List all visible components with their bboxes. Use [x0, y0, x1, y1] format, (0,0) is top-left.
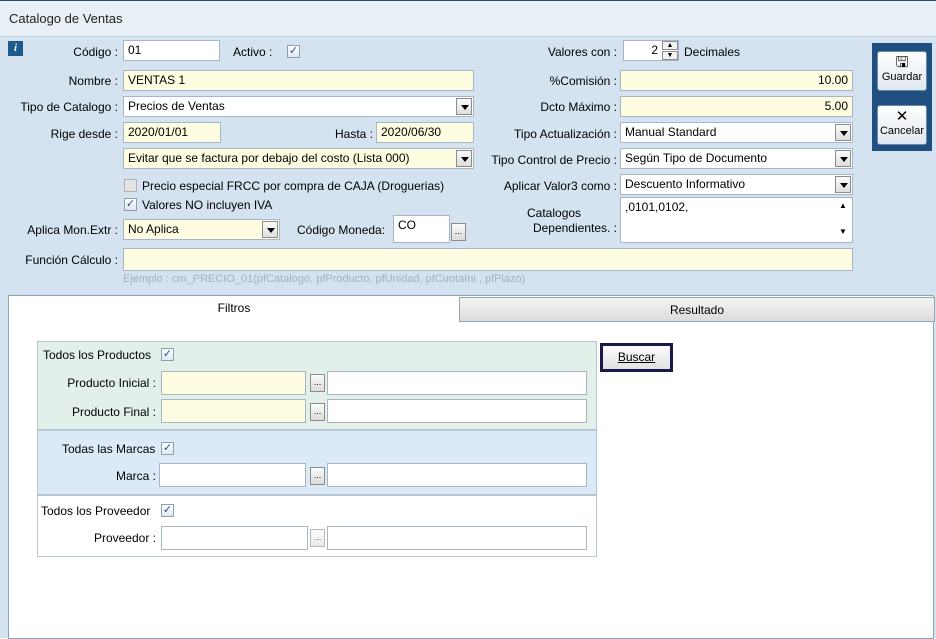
dcto-field[interactable]: 5.00 — [620, 96, 853, 117]
proveedor-lookup-button[interactable]: ... — [310, 529, 325, 547]
cancelar-button[interactable]: ✕ Cancelar — [877, 105, 927, 145]
valores-con-value: 2 — [651, 43, 658, 57]
funcion-hint: Ejemplo : cm_PRECIO_01(pfCatalogo, pfPro… — [123, 273, 526, 285]
dcto-label: Dcto Máximo : — [540, 100, 617, 114]
producto-final-field[interactable] — [161, 399, 306, 423]
activo-label: Activo : — [233, 45, 273, 59]
tipo-catalogo-value: Precios de Ventas — [128, 99, 225, 113]
tipo-act-label: Tipo Actualización : — [514, 127, 617, 141]
aplica-mon-label: Aplica Mon.Extr : — [27, 223, 118, 237]
marca-lookup-button[interactable]: ... — [310, 467, 325, 485]
tab-filtros[interactable]: Filtros — [9, 296, 459, 321]
proveedor-desc[interactable] — [327, 526, 587, 550]
save-icon: 🖫 — [895, 54, 909, 71]
title-bar: Catalogo de Ventas — [0, 1, 936, 37]
todos-proveedor-checkbox[interactable]: ✓ — [161, 504, 174, 517]
info-icon[interactable]: i — [8, 41, 23, 56]
tab-resultado[interactable]: Resultado — [459, 297, 935, 322]
cat-dep-label-line2: Dependientes. : — [532, 221, 617, 235]
proveedor-label: Proveedor : — [93, 531, 156, 545]
codigo-moneda-lookup-button[interactable]: ... — [451, 223, 466, 241]
producto-inicial-desc[interactable] — [327, 371, 587, 395]
aplicar-v3-select[interactable]: Descuento Informativo — [620, 174, 853, 195]
cancelar-label: Cancelar — [879, 125, 925, 137]
producto-final-lookup-button[interactable]: ... — [310, 403, 325, 421]
rige-desde-field[interactable]: 2020/01/01 — [123, 122, 221, 143]
cat-dep-textarea[interactable]: ,0101,0102, — [620, 197, 853, 243]
frcc-checkbox[interactable] — [124, 179, 137, 192]
cat-dep-label-line1: Catalogos — [527, 206, 582, 220]
codigo-label: Código : — [73, 45, 118, 59]
aplica-mon-select[interactable]: No Aplica — [123, 219, 280, 240]
todas-marcas-label: Todas las Marcas — [62, 442, 156, 456]
todos-productos-checkbox[interactable]: ✓ — [161, 348, 174, 361]
tipo-ctrl-value: Según Tipo de Documento — [625, 151, 768, 165]
info-icon-glyph: i — [13, 42, 18, 54]
marca-label: Marca : — [115, 469, 156, 483]
aplicar-v3-label: Aplicar Valor3 como : — [503, 179, 617, 193]
funcion-field[interactable] — [123, 248, 853, 271]
chevron-down-icon[interactable] — [835, 176, 851, 193]
hasta-field[interactable]: 2020/06/30 — [376, 122, 474, 143]
tipo-act-select[interactable]: Manual Standard — [620, 122, 853, 143]
cancel-icon: ✕ — [895, 108, 909, 125]
todos-proveedor-label: Todos los Proveedor — [41, 504, 151, 518]
rige-desde-label: Rige desde : — [50, 127, 118, 141]
todas-marcas-checkbox[interactable]: ✓ — [161, 442, 174, 455]
scroll-up-icon[interactable]: ▲ — [837, 201, 849, 213]
producto-final-desc[interactable] — [327, 399, 587, 423]
producto-inicial-field[interactable] — [161, 371, 306, 395]
chevron-down-icon[interactable] — [835, 124, 851, 141]
producto-final-label: Producto Final : — [71, 405, 156, 419]
producto-inicial-lookup-button[interactable]: ... — [310, 374, 325, 392]
iva-label: Valores NO incluyen IVA — [142, 198, 273, 212]
costo-select[interactable]: Evitar que se factura por debajo del cos… — [123, 148, 474, 169]
aplicar-v3-value: Descuento Informativo — [625, 177, 746, 191]
marca-field[interactable] — [159, 463, 306, 487]
guardar-button[interactable]: 🖫 Guardar — [877, 51, 927, 91]
scroll-down-icon[interactable]: ▼ — [837, 227, 849, 239]
codigo-moneda-field[interactable]: CO — [393, 215, 450, 243]
spinner-up-icon[interactable]: ▲ — [662, 41, 678, 50]
comision-label: %Comisión : — [549, 74, 617, 88]
nombre-field[interactable]: VENTAS 1 — [123, 70, 474, 91]
chevron-down-icon[interactable] — [835, 150, 851, 167]
tipo-ctrl-label: Tipo Control de Precio : — [491, 153, 617, 167]
costo-value: Evitar que se factura por debajo del cos… — [128, 151, 410, 165]
valores-con-label: Valores con : — [547, 45, 617, 59]
chevron-down-icon[interactable] — [456, 98, 472, 115]
buscar-button[interactable]: Buscar — [600, 343, 673, 372]
tipo-catalogo-select[interactable]: Precios de Ventas — [123, 96, 474, 117]
marca-desc[interactable] — [327, 463, 587, 487]
decimales-label: Decimales — [684, 45, 741, 59]
activo-checkbox[interactable]: ✓ — [287, 45, 300, 58]
spinner-down-icon[interactable]: ▼ — [662, 51, 678, 60]
nombre-label: Nombre : — [68, 74, 118, 88]
tipo-catalogo-label: Tipo de Catalogo : — [20, 100, 118, 114]
producto-inicial-label: Producto Inicial : — [67, 376, 156, 390]
tipo-act-value: Manual Standard — [625, 125, 717, 139]
todos-productos-label: Todos los Productos — [43, 348, 152, 362]
catalogo-window: Catalogo de Ventas i Código : 01 Activo … — [0, 0, 936, 639]
tab-resultado-label: Resultado — [669, 303, 725, 317]
hasta-label: Hasta : — [334, 127, 373, 141]
guardar-label: Guardar — [881, 71, 923, 83]
codigo-moneda-label: Código Moneda: — [297, 223, 386, 237]
comision-field[interactable]: 10.00 — [620, 70, 853, 91]
tab-filtros-label: Filtros — [217, 301, 251, 315]
buscar-label: Buscar — [617, 350, 656, 364]
window-title: Catalogo de Ventas — [9, 11, 123, 26]
frcc-label: Precio especial FRCC por compra de CAJA … — [142, 179, 445, 193]
cat-dep-value: ,0101,0102, — [625, 200, 689, 214]
tipo-ctrl-select[interactable]: Según Tipo de Documento — [620, 148, 853, 169]
codigo-field[interactable]: 01 — [123, 40, 220, 61]
funcion-label: Función Cálculo : — [25, 253, 118, 267]
iva-checkbox[interactable]: ✓ — [124, 198, 137, 211]
chevron-down-icon[interactable] — [262, 221, 278, 238]
aplica-mon-value: No Aplica — [128, 222, 179, 236]
proveedor-field[interactable] — [161, 526, 308, 550]
